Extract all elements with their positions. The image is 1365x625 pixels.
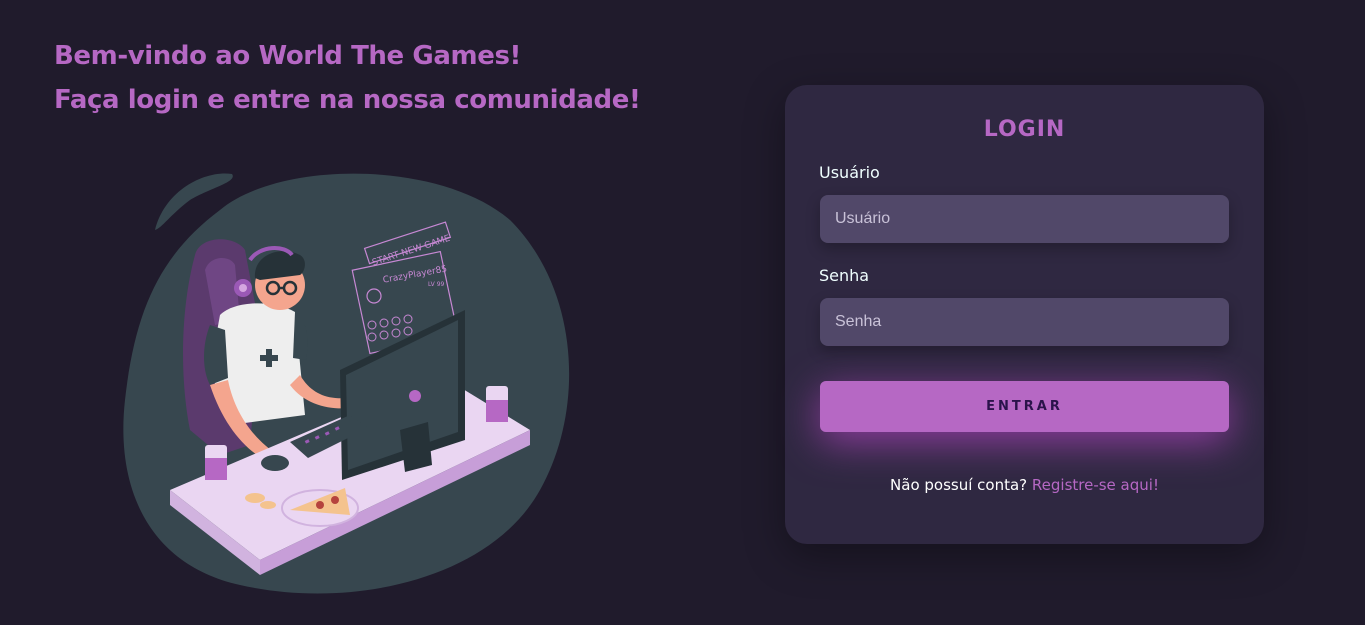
hologram-level: LV 99 — [428, 281, 445, 288]
login-page: Bem-vindo ao World The Games! Faça login… — [0, 0, 1365, 625]
login-button[interactable]: ENTRAR — [820, 381, 1229, 432]
password-input[interactable] — [820, 298, 1229, 346]
username-input[interactable] — [820, 195, 1229, 243]
gamer-illustration: START NEW GAME CrazyPlayer85 LV 99 — [123, 173, 570, 594]
login-card: LOGIN Usuário Senha ENTRAR Não possuí co… — [785, 85, 1264, 544]
mouse — [261, 455, 289, 471]
welcome-line-2: Faça login e entre na nossa comunidade! — [54, 85, 641, 115]
welcome-line-1: Bem-vindo ao World The Games! — [54, 41, 521, 71]
signup-prompt-text: Não possuí conta? — [890, 476, 1032, 494]
username-label: Usuário — [819, 163, 880, 182]
signup-link[interactable]: Registre-se aqui! — [1032, 476, 1159, 494]
welcome-heading: Bem-vindo ao World The Games! Faça login… — [54, 34, 641, 122]
password-label: Senha — [819, 266, 870, 285]
signup-prompt: Não possuí conta? Registre-se aqui! — [785, 476, 1264, 494]
login-title: LOGIN — [983, 117, 1066, 142]
